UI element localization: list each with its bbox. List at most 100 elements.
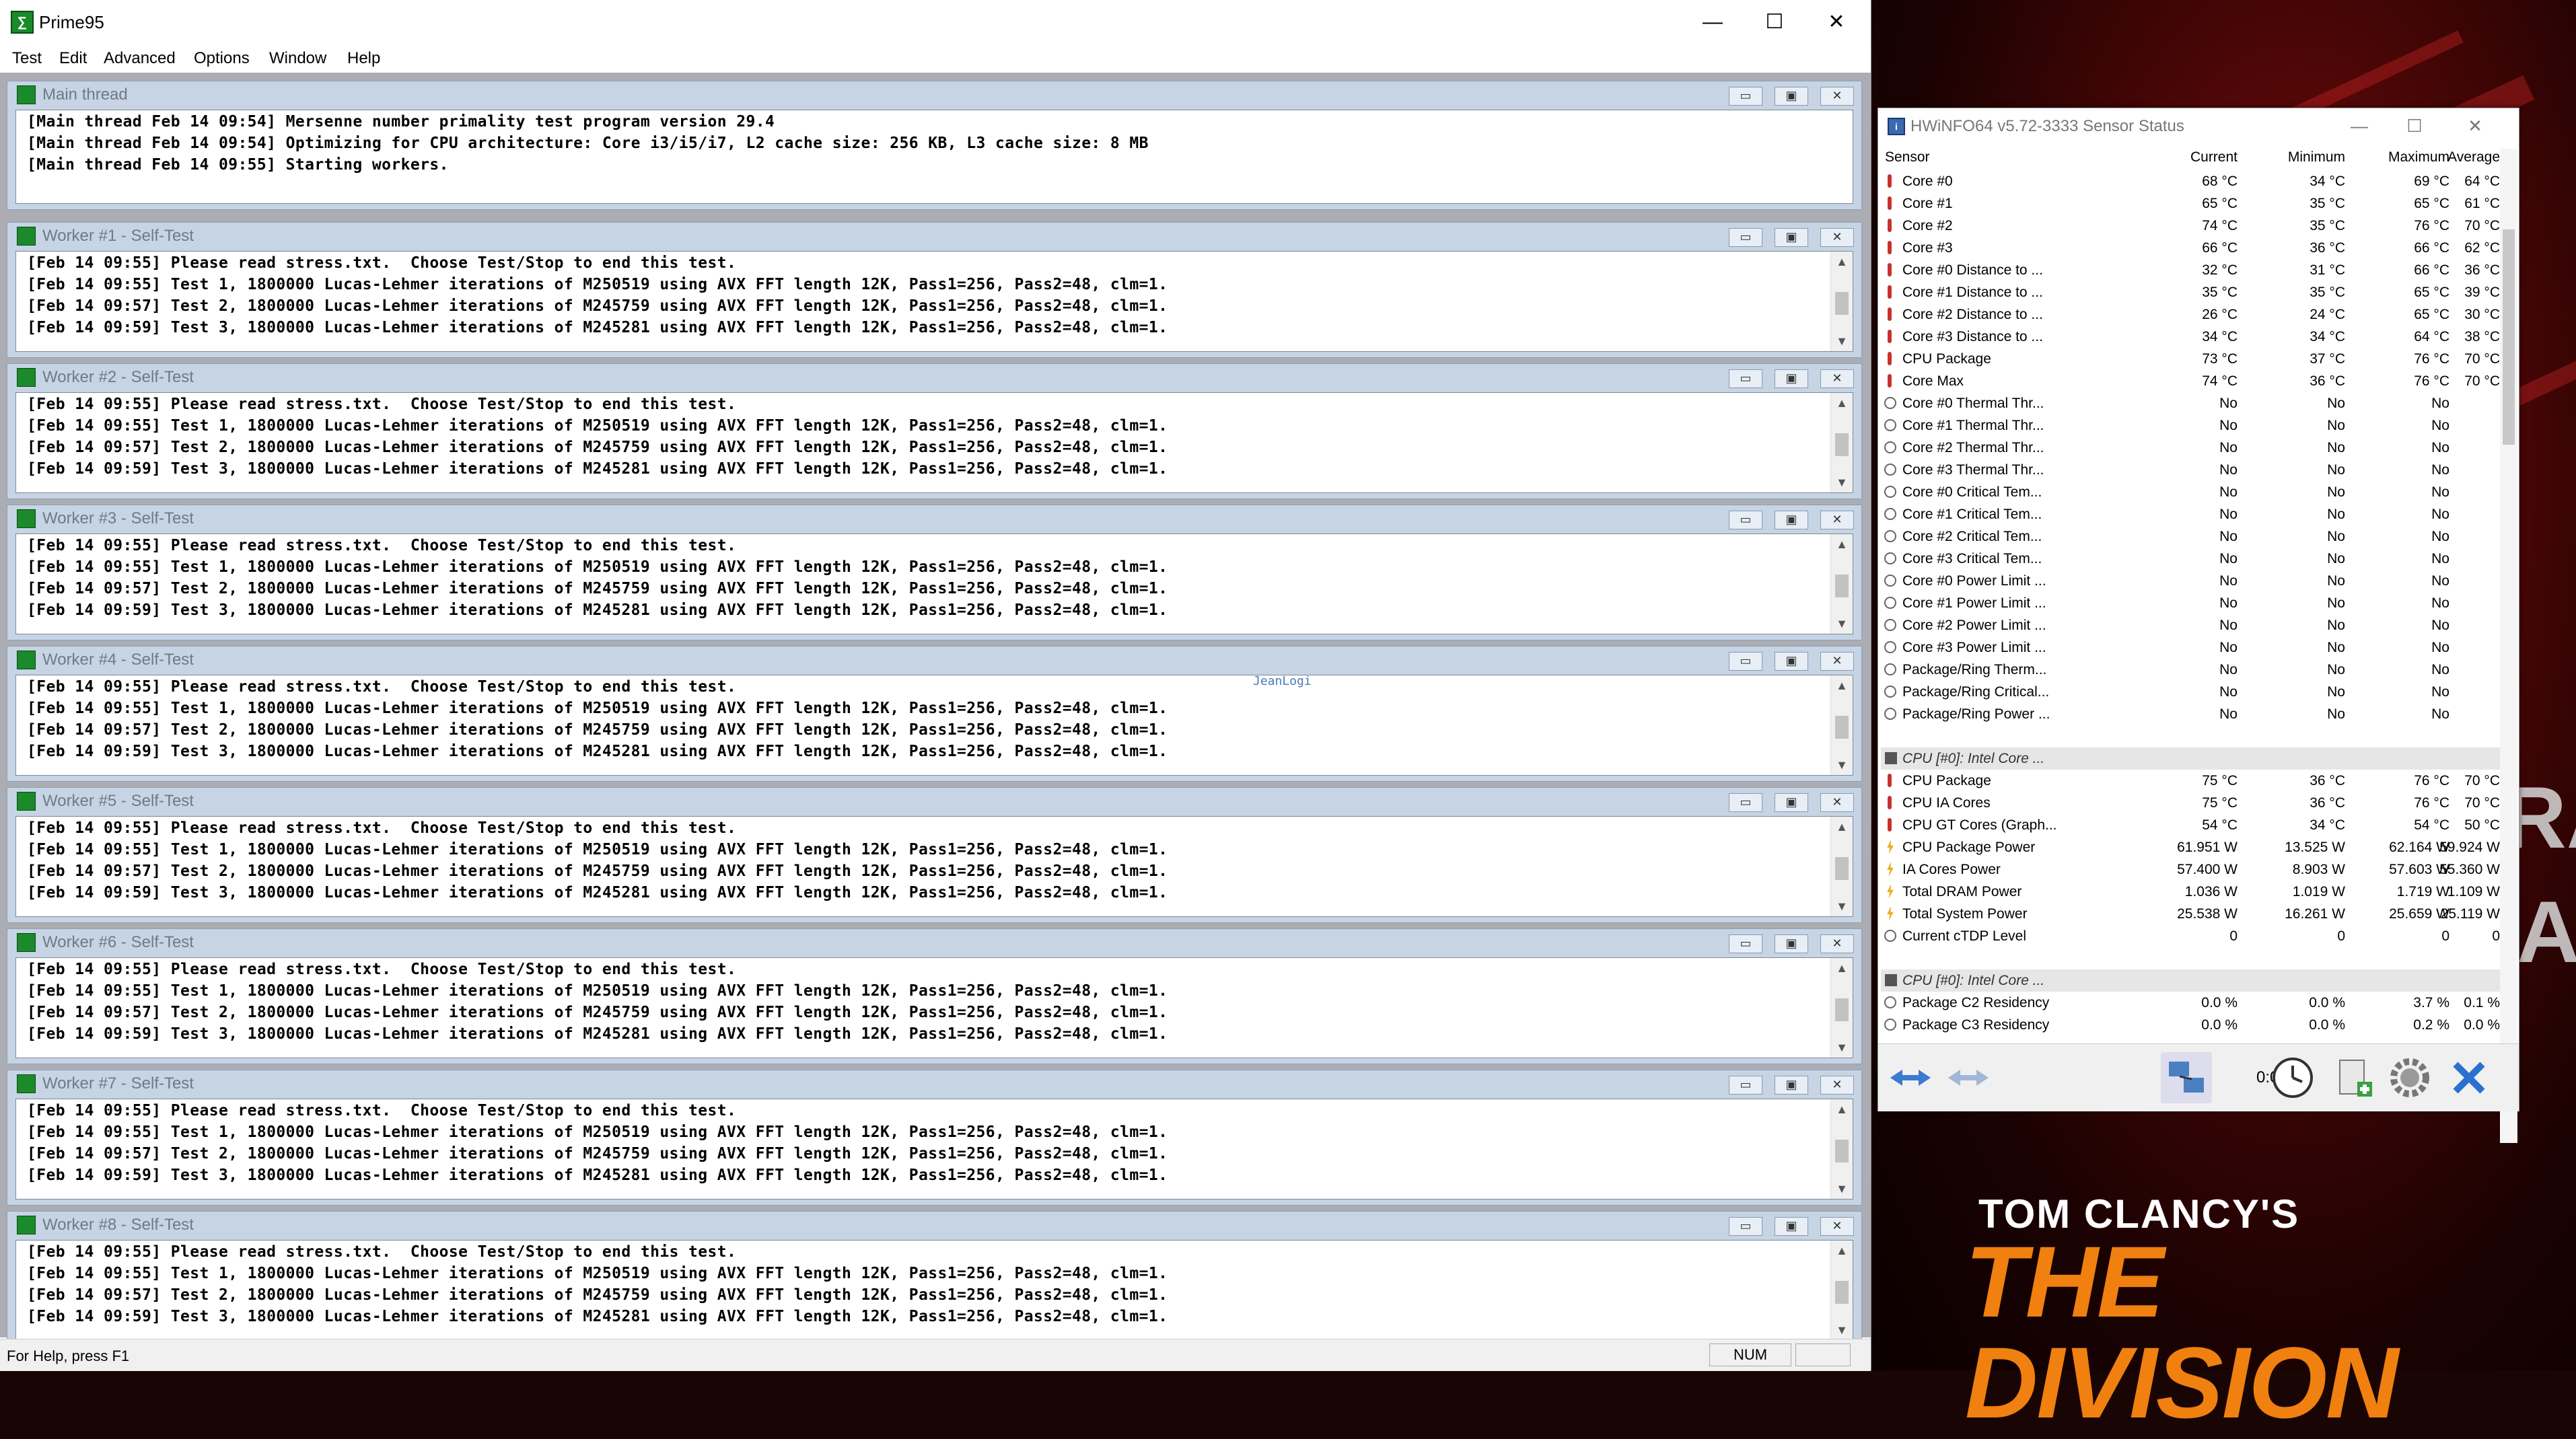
sensor-row[interactable]: Core #3 66 °C 36 °C 66 °C 62 °C [1881, 237, 2501, 259]
child-titlebar[interactable]: Worker #2 - Self-Test ▭ ▣ ✕ [7, 364, 1861, 391]
log-scrollbar[interactable]: ▲ ▼ [1830, 817, 1853, 916]
log-area[interactable]: [Feb 14 09:55] Please read stress.txt. C… [15, 533, 1853, 634]
scroll-up-icon[interactable]: ▲ [1831, 817, 1853, 837]
child-restore-button[interactable]: ▣ [1775, 652, 1808, 671]
child-close-button[interactable]: ✕ [1820, 934, 1854, 953]
scroll-up-icon[interactable]: ▲ [1831, 958, 1853, 978]
sensor-row[interactable]: Package/Ring Power ... No No No [1881, 703, 2501, 725]
child-close-button[interactable]: ✕ [1820, 87, 1854, 106]
child-close-button[interactable]: ✕ [1820, 1076, 1854, 1095]
log-scrollbar[interactable]: ▲ ▼ [1830, 534, 1853, 634]
sensor-row[interactable]: Core #1 65 °C 35 °C 65 °C 61 °C [1881, 192, 2501, 215]
sensor-row[interactable]: Core #3 Thermal Thr... No No No [1881, 459, 2501, 481]
child-titlebar[interactable]: Worker #5 - Self-Test ▭ ▣ ✕ [7, 788, 1861, 815]
scroll-thumb[interactable] [1835, 716, 1849, 739]
sensor-row[interactable]: CPU Package 73 °C 37 °C 76 °C 70 °C [1881, 348, 2501, 370]
log-scrollbar[interactable]: ▲ ▼ [1830, 958, 1853, 1058]
menu-edit[interactable]: Edit [59, 44, 87, 73]
sensor-row[interactable]: Core #3 Power Limit ... No No No [1881, 636, 2501, 659]
sensor-row[interactable]: Total System Power 25.538 W 16.261 W 25.659… [1881, 903, 2501, 925]
child-titlebar[interactable]: Worker #4 - Self-Test ▭ ▣ ✕ [7, 647, 1861, 673]
menu-advanced[interactable]: Advanced [104, 44, 176, 73]
scroll-up-icon[interactable]: ▲ [1831, 393, 1853, 413]
sensor-row[interactable]: Core #2 Critical Tem... No No No [1881, 525, 2501, 548]
scroll-down-icon[interactable]: ▼ [1831, 331, 1853, 351]
log-area[interactable]: [Feb 14 09:55] Please read stress.txt. C… [15, 957, 1853, 1058]
sensor-row[interactable]: CPU Package 75 °C 36 °C 76 °C 70 °C [1881, 770, 2501, 792]
sensor-row[interactable]: Core #0 68 °C 34 °C 69 °C 64 °C [1881, 170, 2501, 192]
scroll-down-icon[interactable]: ▼ [1831, 755, 1853, 775]
sensor-group-row[interactable]: CPU [#0]: Intel Core ... [1881, 969, 2501, 992]
child-restore-button[interactable]: ▣ [1775, 1076, 1808, 1095]
sensor-row[interactable]: Core #2 Thermal Thr... No No No [1881, 437, 2501, 459]
hwinfo-close-button[interactable]: ✕ [2445, 108, 2505, 143]
hwinfo-titlebar[interactable]: i HWiNFO64 v5.72-3333 Sensor Status — ☐ … [1878, 108, 2519, 143]
sensor-row[interactable]: Package/Ring Therm... No No No [1881, 659, 2501, 681]
scroll-down-icon[interactable]: ▼ [1831, 472, 1853, 492]
child-titlebar[interactable]: Worker #3 - Self-Test ▭ ▣ ✕ [7, 505, 1861, 532]
scroll-down-icon[interactable]: ▼ [1831, 896, 1853, 916]
child-restore-button[interactable]: ▣ [1775, 934, 1808, 953]
child-minimize-button[interactable]: ▭ [1729, 1076, 1762, 1095]
close-button[interactable]: ✕ [1806, 0, 1867, 44]
sensor-row[interactable]: Core #2 74 °C 35 °C 76 °C 70 °C [1881, 215, 2501, 237]
scroll-thumb[interactable] [1835, 1140, 1849, 1163]
child-titlebar[interactable]: Worker #7 - Self-Test ▭ ▣ ✕ [7, 1070, 1861, 1097]
menu-options[interactable]: Options [194, 44, 250, 73]
hwinfo-maximize-button[interactable]: ☐ [2384, 108, 2445, 143]
log-scrollbar[interactable]: ▲ ▼ [1830, 1241, 1853, 1340]
child-titlebar[interactable]: Worker #1 - Self-Test ▭ ▣ ✕ [7, 223, 1861, 250]
sensor-row[interactable]: Core #0 Distance to ... 32 °C 31 °C 66 °C 36… [1881, 259, 2501, 281]
log-area[interactable]: [Main thread Feb 14 09:54] Mersenne numb… [15, 110, 1853, 204]
sensor-row[interactable]: Core Max 74 °C 36 °C 76 °C 70 °C [1881, 370, 2501, 392]
scroll-thumb[interactable] [1835, 998, 1849, 1021]
scroll-up-icon[interactable]: ▲ [1831, 534, 1853, 554]
log-area[interactable]: [Feb 14 09:55] Please read stress.txt. C… [15, 675, 1853, 776]
child-minimize-button[interactable]: ▭ [1729, 934, 1762, 953]
child-close-button[interactable]: ✕ [1820, 369, 1854, 388]
child-titlebar[interactable]: Main thread ▭ ▣ ✕ [7, 81, 1861, 108]
nav-arrows-icon[interactable] [1885, 1052, 1936, 1103]
scroll-up-icon[interactable]: ▲ [1831, 675, 1853, 696]
sensor-row[interactable]: Core #1 Distance to ... 35 °C 35 °C 65 °C 39… [1881, 281, 2501, 303]
child-titlebar[interactable]: Worker #8 - Self-Test ▭ ▣ ✕ [7, 1212, 1861, 1239]
menu-help[interactable]: Help [347, 44, 380, 73]
log-area[interactable]: [Feb 14 09:55] Please read stress.txt. C… [15, 816, 1853, 917]
sensor-row[interactable]: Core #0 Critical Tem... No No No [1881, 481, 2501, 503]
scroll-thumb[interactable] [1835, 433, 1849, 456]
child-minimize-button[interactable]: ▭ [1729, 652, 1762, 671]
scroll-thumb[interactable] [1835, 575, 1849, 597]
log-area[interactable]: [Feb 14 09:55] Please read stress.txt. C… [15, 392, 1853, 493]
sensor-row[interactable]: Core #1 Thermal Thr... No No No [1881, 414, 2501, 437]
child-minimize-button[interactable]: ▭ [1729, 369, 1762, 388]
sensor-row[interactable]: Package/Ring Critical... No No No [1881, 681, 2501, 703]
clock-icon[interactable] [2267, 1052, 2318, 1103]
child-minimize-button[interactable]: ▭ [1729, 87, 1762, 106]
col-current[interactable]: Current [2163, 146, 2238, 169]
close-x-icon[interactable] [2443, 1052, 2495, 1103]
child-minimize-button[interactable]: ▭ [1729, 793, 1762, 812]
network-icon[interactable] [2161, 1052, 2212, 1103]
sensor-row[interactable]: Core #0 Power Limit ... No No No [1881, 570, 2501, 592]
scroll-thumb[interactable] [2503, 229, 2515, 445]
sensor-row[interactable]: CPU IA Cores 75 °C 36 °C 76 °C 70 °C [1881, 792, 2501, 814]
child-close-button[interactable]: ✕ [1820, 793, 1854, 812]
col-average[interactable]: Average [2433, 146, 2500, 169]
scroll-up-icon[interactable]: ▲ [1831, 1241, 1853, 1261]
sensor-row[interactable]: Package C3 Residency 0.0 % 0.0 % 0.2 % 0.0 % [1881, 1014, 2501, 1036]
sensor-row[interactable]: CPU GT Cores (Graph... 54 °C 34 °C 54 °C 50 … [1881, 814, 2501, 836]
child-minimize-button[interactable]: ▭ [1729, 1217, 1762, 1236]
sensor-row[interactable]: Core #2 Power Limit ... No No No [1881, 614, 2501, 636]
log-area[interactable]: [Feb 14 09:55] Please read stress.txt. C… [15, 1240, 1853, 1341]
child-restore-button[interactable]: ▣ [1775, 87, 1808, 106]
log-scrollbar[interactable]: ▲ ▼ [1830, 675, 1853, 775]
prime95-titlebar[interactable]: ∑ Prime95 — ☐ ✕ [0, 0, 1871, 44]
sensor-row[interactable]: Current cTDP Level 0 0 0 0 [1881, 925, 2501, 947]
sensor-row[interactable] [1881, 725, 2501, 747]
minimize-button[interactable]: — [1682, 0, 1743, 44]
maximize-button[interactable]: ☐ [1744, 0, 1805, 44]
child-close-button[interactable]: ✕ [1820, 228, 1854, 247]
log-scrollbar[interactable]: ▲ ▼ [1830, 393, 1853, 492]
settings-gear-icon[interactable] [2384, 1052, 2435, 1103]
child-restore-button[interactable]: ▣ [1775, 793, 1808, 812]
